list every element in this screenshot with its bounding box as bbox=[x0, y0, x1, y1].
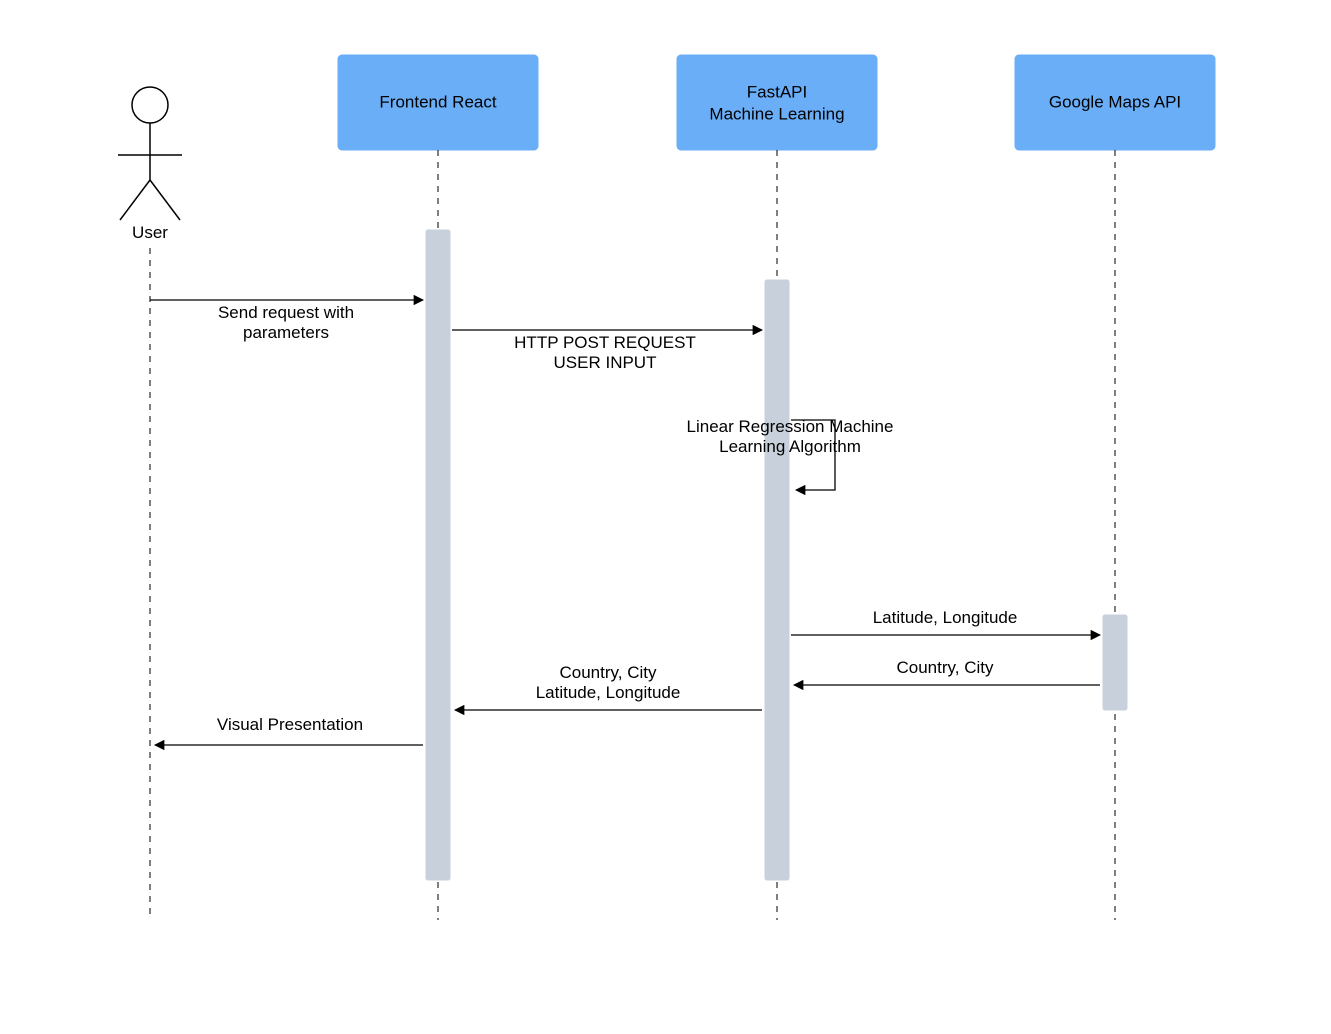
message-frontend-to-user: Visual Presentation bbox=[155, 715, 423, 745]
msg2-line1: HTTP POST REQUEST bbox=[514, 333, 696, 352]
message-fastapi-self: Linear Regression Machine Learning Algor… bbox=[687, 417, 894, 490]
msg1-line2: parameters bbox=[243, 323, 329, 342]
msg4: Country, City bbox=[897, 658, 994, 677]
participant-fastapi-label-line1: FastAPI bbox=[747, 82, 807, 101]
actor-user: User bbox=[118, 87, 182, 920]
msg3: Latitude, Longitude bbox=[873, 608, 1018, 627]
msg5-line1: Country, City bbox=[560, 663, 657, 682]
message-gmaps-to-fastapi: Country, City bbox=[794, 658, 1100, 685]
message-fastapi-to-frontend: Country, City Latitude, Longitude bbox=[455, 663, 762, 710]
participant-gmaps-label: Google Maps API bbox=[1049, 92, 1181, 111]
diagram-svg: User Frontend React FastAPI Machine Lear… bbox=[0, 0, 1331, 1034]
msg5-line2: Latitude, Longitude bbox=[536, 683, 681, 702]
message-fastapi-to-gmaps: Latitude, Longitude bbox=[791, 608, 1100, 635]
participant-frontend-label: Frontend React bbox=[379, 92, 496, 111]
sequence-diagram: User Frontend React FastAPI Machine Lear… bbox=[0, 0, 1331, 1034]
msg6: Visual Presentation bbox=[217, 715, 363, 734]
participant-fastapi: FastAPI Machine Learning bbox=[677, 55, 877, 920]
self-line2: Learning Algorithm bbox=[719, 437, 861, 456]
self-line1: Linear Regression Machine bbox=[687, 417, 894, 436]
msg1-line1: Send request with bbox=[218, 303, 354, 322]
message-frontend-to-fastapi: HTTP POST REQUEST USER INPUT bbox=[452, 330, 762, 372]
participant-fastapi-label-line2: Machine Learning bbox=[709, 104, 844, 123]
participant-frontend: Frontend React bbox=[338, 55, 538, 920]
message-user-to-frontend: Send request with parameters bbox=[150, 300, 423, 342]
participant-gmaps: Google Maps API bbox=[1015, 55, 1215, 920]
msg2-line2: USER INPUT bbox=[554, 353, 657, 372]
actor-user-label: User bbox=[132, 223, 168, 242]
